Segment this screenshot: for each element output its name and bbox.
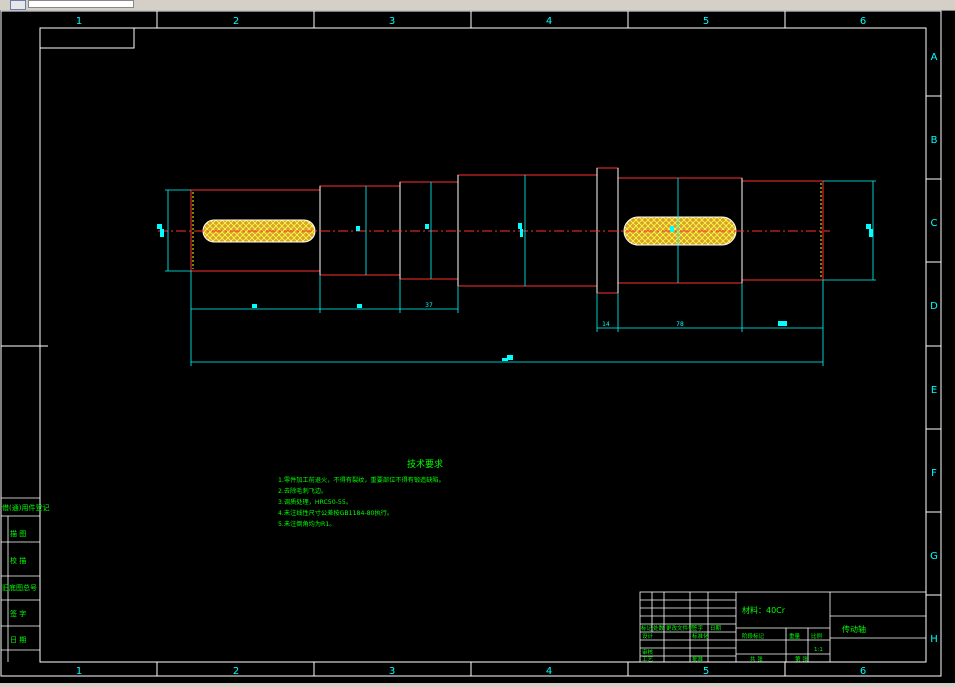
title-small-label: 更改文件号 xyxy=(666,624,694,632)
title-small-label: 处数 xyxy=(653,624,665,632)
stage-label: 比例 xyxy=(811,632,823,640)
strip-label: 描 图 xyxy=(10,529,26,538)
strip-label: 旧底图总号 xyxy=(2,583,37,592)
row-label: F xyxy=(931,468,937,479)
title-row4-label: 工艺 xyxy=(642,656,654,663)
tech-req-item: 4.未注线性尺寸公差按GB1184-80执行。 xyxy=(278,509,393,517)
col-label-bottom: 5 xyxy=(703,666,709,677)
strip-label: 签 字 xyxy=(10,609,26,618)
material-label: 材料：40Cr xyxy=(742,605,786,615)
row-label: A xyxy=(931,52,938,63)
drawing-name: 传动轴 xyxy=(842,624,866,634)
title-row4-label: 批准 xyxy=(692,655,704,663)
col-label-top: 2 xyxy=(233,16,239,27)
row-label: B xyxy=(931,135,938,146)
dim-label: 37 xyxy=(425,302,433,309)
row-label: E xyxy=(931,385,937,396)
title-small-label: 标记 xyxy=(641,624,653,632)
col-label-top: 6 xyxy=(860,16,866,27)
row-label: H xyxy=(930,634,938,645)
scale-value: 1:1 xyxy=(814,647,823,653)
cad-drawing-canvas[interactable]: 1 2 3 4 5 6 1 2 3 4 5 6 A B C D E F G H xyxy=(0,10,955,683)
title-row2-label: 标准化 xyxy=(692,632,709,640)
title-row3-label: 审核 xyxy=(642,648,654,656)
title-row4-label: 第 张 xyxy=(795,655,808,663)
col-label-top: 3 xyxy=(389,16,395,27)
tech-req-item: 5.未注倒角均为R1。 xyxy=(278,520,335,528)
document-icon[interactable] xyxy=(10,0,26,10)
row-label: C xyxy=(931,218,938,229)
status-bar xyxy=(0,683,955,687)
strip-label: 日 期 xyxy=(10,636,26,644)
strip-label: 校 描 xyxy=(10,556,26,565)
tech-requirements: 技术要求 1.零件加工前退火，不得有裂纹，重要部位不得有锻造缺陷。 2.去除毛刺… xyxy=(278,458,445,528)
sheet-frame xyxy=(0,10,942,677)
col-label-bottom: 1 xyxy=(76,666,82,677)
col-label-bottom: 2 xyxy=(233,666,239,677)
stage-label: 阶段标记 xyxy=(742,632,765,640)
title-row4-label: 共 张 xyxy=(750,655,763,663)
col-label-top: 4 xyxy=(546,16,552,27)
dimension-markers xyxy=(157,223,873,361)
row-label: D xyxy=(930,301,938,312)
strip-label: 借(通)用件登记 xyxy=(2,503,49,512)
col-label-top: 1 xyxy=(76,16,82,27)
col-label-bottom: 6 xyxy=(860,666,866,677)
toolbar-field[interactable] xyxy=(28,0,134,8)
dim-label: 78 xyxy=(676,321,684,328)
row-label: G xyxy=(930,551,938,562)
title-small-label: 签字 xyxy=(692,624,704,632)
tech-req-title: 技术要求 xyxy=(407,458,443,470)
dim-label: 14 xyxy=(602,321,610,328)
tech-req-item: 1.零件加工前退火，不得有裂纹，重要部位不得有锻造缺陷。 xyxy=(278,476,445,484)
stage-label: 重量 xyxy=(789,632,801,640)
tech-req-item: 3.调质处理，HRC50-55。 xyxy=(278,498,352,506)
col-label-bottom: 3 xyxy=(389,666,395,677)
tech-req-item: 2.去除毛刺飞边。 xyxy=(278,487,327,495)
title-row2-label: 设计 xyxy=(642,632,654,640)
col-label-bottom: 4 xyxy=(546,666,552,677)
title-small-label: 日期 xyxy=(710,625,722,632)
col-label-top: 5 xyxy=(703,16,709,27)
